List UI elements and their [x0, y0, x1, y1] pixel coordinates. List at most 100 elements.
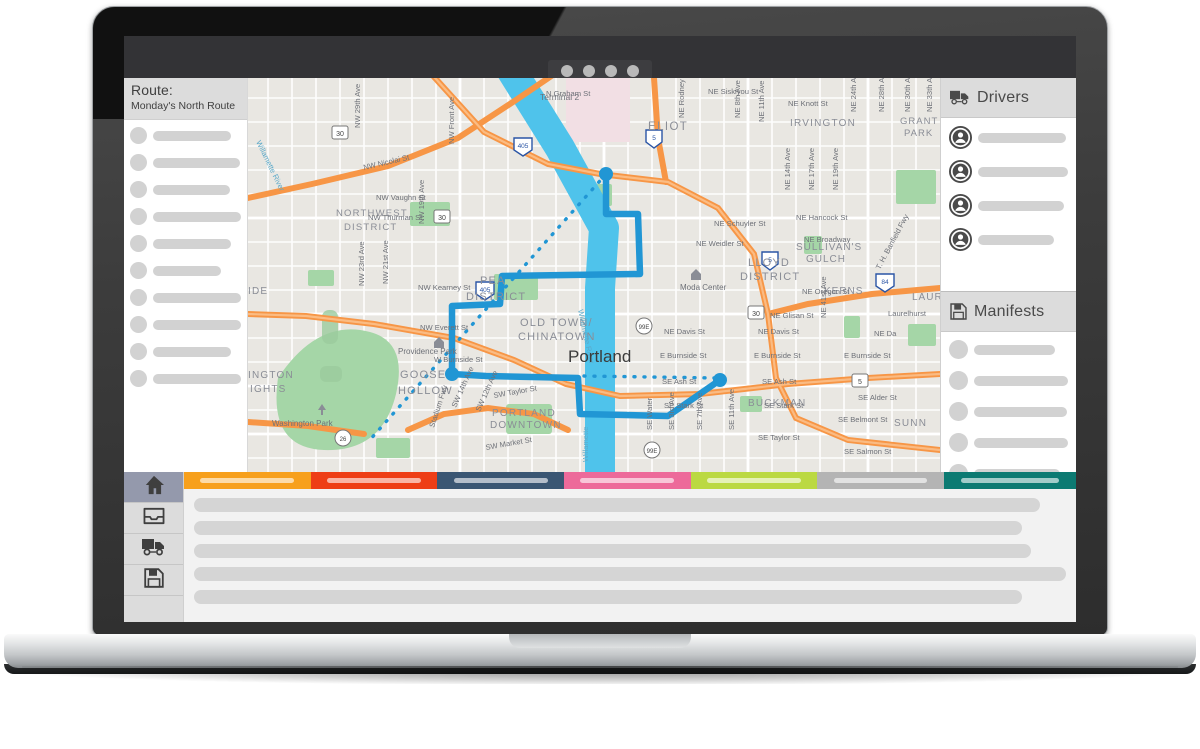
tab-1[interactable]	[184, 472, 311, 489]
list-item[interactable]	[130, 235, 241, 253]
route-panel-subtitle: Monday's North Route	[131, 100, 236, 113]
list-item[interactable]	[949, 402, 1068, 421]
list-item[interactable]	[949, 126, 1068, 149]
content-placeholder-row	[194, 567, 1066, 581]
svg-text:Moda Center: Moda Center	[680, 283, 727, 292]
list-item[interactable]	[130, 154, 241, 172]
placeholder-text-bar	[153, 319, 241, 330]
svg-text:NW Thurman St: NW Thurman St	[368, 213, 423, 222]
tab-5[interactable]	[690, 472, 818, 489]
svg-text:IRVINGTON: IRVINGTON	[790, 118, 856, 129]
rail-button-deliveries[interactable]	[124, 534, 183, 565]
list-item[interactable]	[130, 370, 241, 388]
svg-text:NE Oregon St: NE Oregon St	[802, 287, 850, 296]
tab-4[interactable]	[563, 472, 691, 489]
list-item[interactable]	[130, 127, 241, 145]
tab-7[interactable]	[943, 472, 1076, 489]
route-stop-list[interactable]	[124, 120, 247, 472]
floppy-disk-icon	[950, 303, 967, 320]
route-panel-title: Route:	[131, 82, 173, 98]
list-item[interactable]	[949, 160, 1068, 183]
manifests-panel-header: Manifests	[941, 292, 1076, 332]
person-avatar-icon	[949, 160, 972, 183]
person-avatar-icon	[949, 194, 972, 217]
avatar	[949, 340, 968, 359]
rail-button-home[interactable]	[124, 472, 183, 503]
rail-button-save[interactable]	[124, 565, 183, 596]
inbox-tray-icon	[143, 507, 165, 530]
placeholder-text-bar	[978, 234, 1055, 245]
list-item[interactable]	[130, 208, 241, 226]
svg-text:SE Ash St: SE Ash St	[662, 377, 697, 386]
svg-text:PEA: PEA	[480, 275, 506, 287]
color-tabbar[interactable]	[184, 472, 1076, 489]
placeholder-text-bar	[974, 375, 1068, 386]
placeholder-text-bar	[153, 157, 240, 168]
svg-text:E Burnside St: E Burnside St	[844, 351, 891, 360]
rail-button-inbox[interactable]	[124, 503, 183, 534]
svg-text:PARK: PARK	[904, 128, 933, 139]
svg-text:GRANT: GRANT	[900, 116, 938, 127]
device-topbar	[124, 36, 1076, 82]
list-item[interactable]	[949, 194, 1068, 217]
svg-text:N Graham St: N Graham St	[546, 89, 591, 98]
screenshot-stage: Route: Monday's North Route 30 30 405 40…	[0, 0, 1200, 749]
svg-text:99E: 99E	[639, 325, 650, 331]
svg-text:NW 29th Ave: NW 29th Ave	[353, 84, 362, 128]
list-item[interactable]	[949, 228, 1068, 251]
avatar	[949, 433, 968, 452]
list-item[interactable]	[949, 371, 1068, 390]
content-placeholder-row	[194, 590, 1023, 604]
icon-rail[interactable]	[124, 472, 184, 622]
tab-3[interactable]	[437, 472, 564, 489]
svg-text:DISTRICT: DISTRICT	[344, 222, 397, 233]
svg-text:NW Everett St: NW Everett St	[420, 323, 469, 332]
indicator-dot[interactable]	[627, 65, 639, 77]
svg-text:INGTON: INGTON	[248, 370, 294, 381]
avatar	[130, 127, 147, 145]
tab-label-placeholder	[580, 478, 675, 483]
placeholder-text-bar	[978, 166, 1068, 177]
list-item[interactable]	[949, 433, 1068, 452]
list-item[interactable]	[130, 343, 241, 361]
content-placeholder-row	[194, 498, 1040, 512]
tab-6[interactable]	[817, 472, 944, 489]
tab-label-placeholder	[707, 478, 801, 483]
svg-text:SE Belmont St: SE Belmont St	[838, 415, 888, 424]
list-item[interactable]	[130, 316, 241, 334]
person-avatar-icon	[949, 126, 972, 149]
route-panel-header: Route: Monday's North Route	[124, 78, 247, 121]
list-item[interactable]	[949, 340, 1068, 359]
placeholder-text-bar	[153, 346, 231, 357]
indicator-dot[interactable]	[583, 65, 595, 77]
map-svg[interactable]: 30 30 405 405 5 5 84 30 5 99E 99E 26 Ter…	[248, 78, 940, 472]
svg-text:SE Ash St: SE Ash St	[762, 377, 797, 386]
list-item[interactable]	[130, 181, 241, 199]
indicator-dot[interactable]	[561, 65, 573, 77]
laptop-base	[4, 634, 1196, 696]
list-item[interactable]	[130, 289, 241, 307]
avatar	[130, 262, 147, 280]
map-canvas[interactable]: 30 30 405 405 5 5 84 30 5 99E 99E 26 Ter…	[248, 78, 940, 472]
drivers-list[interactable]	[941, 118, 1076, 291]
placeholder-text-bar	[153, 238, 231, 249]
tab-2[interactable]	[310, 472, 438, 489]
svg-text:NE 41st Ave: NE 41st Ave	[819, 276, 828, 318]
svg-text:Willamette: Willamette	[581, 427, 590, 462]
list-item[interactable]	[130, 262, 241, 280]
svg-text:5: 5	[858, 379, 862, 386]
svg-text:NE Rodney Ave: NE Rodney Ave	[677, 78, 686, 118]
svg-text:Laurelhurst: Laurelhurst	[888, 309, 927, 318]
svg-text:PORTLAND: PORTLAND	[492, 408, 556, 419]
manifests-panel-title: Manifests	[974, 302, 1045, 320]
indicator-dot[interactable]	[605, 65, 617, 77]
svg-text:NW Front Ave: NW Front Ave	[447, 97, 456, 144]
svg-text:SUNN: SUNN	[894, 418, 927, 429]
svg-text:NE 14th Ave: NE 14th Ave	[783, 148, 792, 190]
svg-text:GOOSE: GOOSE	[400, 369, 446, 381]
svg-text:SE 3rd Ave: SE 3rd Ave	[667, 392, 676, 430]
app-upper-section: Route: Monday's North Route 30 30 405 40…	[124, 78, 1076, 501]
avatar	[130, 370, 147, 388]
app-lower-section	[124, 472, 1076, 622]
placeholder-text-bar	[974, 437, 1068, 448]
